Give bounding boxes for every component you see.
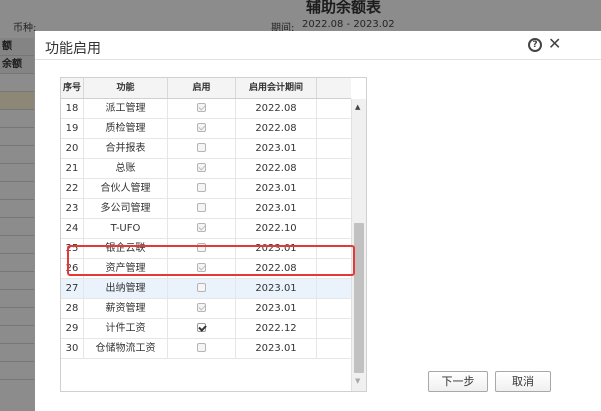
- table-row[interactable]: 27 出纳管理 2023.01: [61, 279, 351, 299]
- feature-name: 合伙人管理: [84, 179, 168, 198]
- column-header-no: 序号: [61, 78, 84, 98]
- enable-checkbox[interactable]: [197, 322, 206, 332]
- feature-name: 仓储物流工资: [84, 339, 168, 358]
- feature-name: T-UFO: [84, 219, 168, 238]
- dialog-title: 功能启用: [45, 41, 101, 57]
- enabled-cell: [168, 219, 236, 238]
- enabled-cell: [168, 339, 236, 358]
- enable-checkbox: [197, 162, 206, 172]
- enable-period: 2023.01: [236, 279, 317, 298]
- row-number: 20: [61, 139, 84, 158]
- enabled-cell: [168, 179, 236, 198]
- enabled-cell: [168, 199, 236, 218]
- enable-checkbox: [197, 302, 206, 312]
- feature-name: 薪资管理: [84, 299, 168, 318]
- table-row[interactable]: 21 总账 2022.08: [61, 159, 351, 179]
- column-header-period: 启用会计期间: [236, 78, 317, 98]
- column-header-enabled: 启用: [168, 78, 236, 98]
- enabled-cell: [168, 119, 236, 138]
- title-divider: [35, 59, 601, 60]
- enable-checkbox[interactable]: [197, 202, 206, 212]
- enable-period: 2023.01: [236, 339, 317, 358]
- enable-checkbox[interactable]: [197, 342, 206, 352]
- row-number: 21: [61, 159, 84, 178]
- enabled-cell: [168, 139, 236, 158]
- scroll-down-icon[interactable]: ▼: [355, 377, 360, 385]
- table-row[interactable]: 29 计件工资 2022.12: [61, 319, 351, 339]
- row-number: 19: [61, 119, 84, 138]
- table-body: 18 派工管理 2022.08 19 质检管理 2022.08 20 合并报表 2023.01 2…: [61, 99, 351, 359]
- enabled-cell: [168, 159, 236, 178]
- table-header: 序号 功能 启用 启用会计期间: [61, 78, 351, 99]
- cancel-button[interactable]: 取消: [495, 371, 551, 392]
- feature-enable-dialog: 功能启用 ? ✕ 序号 功能 启用 启用会计期间 18 派工管理 2022.08 19…: [35, 31, 601, 411]
- question-circle-icon[interactable]: ?: [528, 38, 542, 52]
- next-button[interactable]: 下一步: [428, 371, 488, 392]
- table-row[interactable]: 28 薪资管理 2023.01: [61, 299, 351, 319]
- row-number: 29: [61, 319, 84, 338]
- table-row[interactable]: 30 仓储物流工资 2023.01: [61, 339, 351, 359]
- enable-period: 2022.10: [236, 219, 317, 238]
- enable-checkbox[interactable]: [197, 282, 206, 292]
- feature-name: 总账: [84, 159, 168, 178]
- table-row[interactable]: 19 质检管理 2022.08: [61, 119, 351, 139]
- feature-name: 合并报表: [84, 139, 168, 158]
- enable-checkbox[interactable]: [197, 182, 206, 192]
- row-number: 22: [61, 179, 84, 198]
- enable-period: 2022.08: [236, 119, 317, 138]
- feature-name: 多公司管理: [84, 199, 168, 218]
- table-row[interactable]: 24 T-UFO 2022.10: [61, 219, 351, 239]
- enable-period: 2023.01: [236, 139, 317, 158]
- scrollbar-thumb[interactable]: [354, 223, 364, 373]
- highlight-annotation-box: [67, 245, 355, 276]
- row-number: 27: [61, 279, 84, 298]
- table-row[interactable]: 23 多公司管理 2023.01: [61, 199, 351, 219]
- row-number: 18: [61, 99, 84, 118]
- enable-checkbox[interactable]: [197, 142, 206, 152]
- enable-period: 2022.12: [236, 319, 317, 338]
- enable-period: 2023.01: [236, 179, 317, 198]
- table-row[interactable]: 20 合并报表 2023.01: [61, 139, 351, 159]
- enabled-cell: [168, 99, 236, 118]
- feature-name: 计件工资: [84, 319, 168, 338]
- enable-period: 2023.01: [236, 299, 317, 318]
- enabled-cell: [168, 319, 236, 338]
- row-number: 30: [61, 339, 84, 358]
- table-row[interactable]: 22 合伙人管理 2023.01: [61, 179, 351, 199]
- feature-name: 出纳管理: [84, 279, 168, 298]
- row-number: 24: [61, 219, 84, 238]
- close-icon[interactable]: ✕: [548, 34, 561, 53]
- enabled-cell: [168, 279, 236, 298]
- feature-table: 序号 功能 启用 启用会计期间 18 派工管理 2022.08 19 质检管理 2022.…: [60, 77, 367, 392]
- column-header-feature: 功能: [84, 78, 168, 98]
- table-row[interactable]: 18 派工管理 2022.08: [61, 99, 351, 119]
- enable-checkbox: [197, 102, 206, 112]
- row-number: 23: [61, 199, 84, 218]
- feature-name: 质检管理: [84, 119, 168, 138]
- enable-period: 2022.08: [236, 159, 317, 178]
- enable-checkbox: [197, 222, 206, 232]
- feature-name: 派工管理: [84, 99, 168, 118]
- enabled-cell: [168, 299, 236, 318]
- scroll-up-icon[interactable]: ▲: [355, 103, 360, 111]
- row-number: 28: [61, 299, 84, 318]
- enable-period: 2022.08: [236, 99, 317, 118]
- enable-period: 2023.01: [236, 199, 317, 218]
- enable-checkbox: [197, 122, 206, 132]
